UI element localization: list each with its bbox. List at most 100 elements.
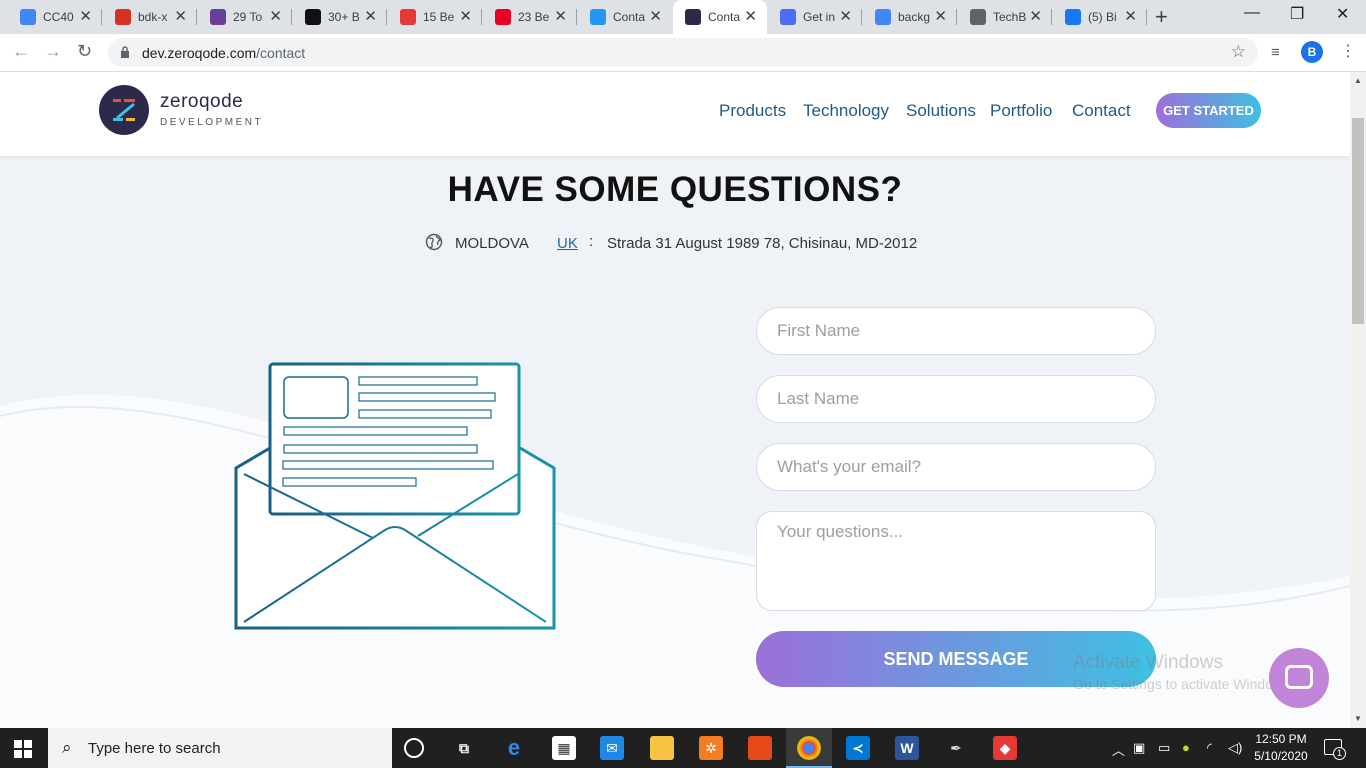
last-name-field[interactable]: Last Name [756,375,1156,423]
forward-arrow-icon[interactable]: → [44,41,62,62]
nav-contact[interactable]: Contact [1072,101,1131,121]
browser-tab[interactable]: TechB ✕ [958,0,1052,34]
browser-tab[interactable]: Get in ✕ [768,0,862,34]
zeroqode-icon [685,9,701,25]
page-scrollbar[interactable]: ▲ ▼ [1350,72,1366,728]
country-uk-link[interactable]: UK [557,235,578,252]
cortana-icon[interactable] [404,738,424,758]
chat-bubble-icon [1285,665,1313,689]
vscode-icon[interactable]: ≺ [846,736,870,760]
browser-tab[interactable]: 15 Be ✕ [388,0,482,34]
dm-icon [305,9,321,25]
tab-separator [481,9,482,25]
clock-date: 5/10/2020 [1254,749,1308,763]
office-icon[interactable] [748,736,772,760]
task-view-icon[interactable]: ⧉ [452,736,476,760]
word-icon[interactable]: W [895,736,919,760]
first-name-field[interactable]: First Name [756,307,1156,355]
tab-title: CC40 [43,10,74,24]
chrome-icon[interactable] [797,736,821,760]
envelope-illustration [234,362,556,630]
taskbar-search[interactable]: ⌕ Type here to search [48,728,392,768]
notification-count-badge: 1 [1333,747,1346,760]
logo-name[interactable]: zeroqode [160,91,243,113]
address-bar[interactable]: dev.zeroqode.com/contact ☆ [108,38,1258,67]
anydesk-icon[interactable]: ◆ [993,736,1017,760]
browser-tab[interactable]: Conta ✕ [578,0,672,34]
address-separator: : [589,233,594,250]
questions-textarea[interactable]: Your questions... [756,511,1156,611]
nav-products[interactable]: Products [719,101,786,121]
nav-portfolio[interactable]: Portfolio [990,101,1052,121]
close-tab-icon[interactable]: ✕ [744,9,757,25]
tab-separator [101,9,102,25]
restore-button[interactable]: ❐ [1290,4,1304,24]
browser-tab[interactable]: 29 To ✕ [198,0,292,34]
edge-icon[interactable]: e [502,735,526,760]
tab-title: 23 Be [518,10,550,24]
browser-tab[interactable]: backg ✕ [863,0,957,34]
tab-separator [1146,9,1147,25]
antivirus-icon[interactable]: ● [1182,740,1190,755]
close-window-button[interactable]: ✕ [1336,4,1349,24]
tab-separator [386,9,387,25]
close-tab-icon[interactable]: ✕ [839,9,852,25]
browser-tab[interactable]: 30+ B ✕ [293,0,387,34]
close-tab-icon[interactable]: ✕ [459,9,472,25]
volume-icon[interactable]: ◁) [1228,740,1242,756]
profile-avatar[interactable]: B [1301,41,1323,63]
nav-technology[interactable]: Technology [803,101,889,121]
browser-tab[interactable]: CC40 ✕ [8,0,102,34]
scroll-up-arrow-icon[interactable]: ▲ [1354,76,1362,85]
chat-widget-button[interactable] [1269,648,1329,708]
tab-title: Get in [803,10,836,24]
back-arrow-icon[interactable]: ← [12,41,30,62]
windows-start-icon[interactable] [14,740,32,758]
close-tab-icon[interactable]: ✕ [79,9,92,25]
scrollbar-thumb[interactable] [1352,118,1364,324]
inkscape-icon[interactable]: ✒ [944,736,968,760]
close-tab-icon[interactable]: ✕ [364,9,377,25]
close-tab-icon[interactable]: ✕ [269,9,282,25]
search-placeholder: Type here to search [88,740,221,757]
browser-tab[interactable]: 23 Be ✕ [483,0,577,34]
new-tab-button[interactable]: + [1155,6,1168,28]
tab-title: backg [898,10,931,24]
browser-tab[interactable]: (5) Bi ✕ [1053,0,1147,34]
media-control-icon[interactable]: ≡ [1271,44,1280,61]
xampp-icon[interactable]: ✲ [699,736,723,760]
close-tab-icon[interactable]: ✕ [649,9,662,25]
tab-title: (5) Bi [1088,10,1117,24]
close-tab-icon[interactable]: ✕ [1124,9,1137,25]
browser-tab[interactable]: Conta ✕ [673,0,767,34]
mail-icon[interactable]: ✉ [600,736,624,760]
close-tab-icon[interactable]: ✕ [1029,9,1042,25]
tab-title: 30+ B [328,10,360,24]
chat-icon [780,9,796,25]
get-started-button[interactable]: GET STARTED [1156,93,1261,128]
close-tab-icon[interactable]: ✕ [934,9,947,25]
file-explorer-icon[interactable] [650,736,674,760]
store-icon[interactable]: ▦ [552,736,576,760]
email-field[interactable]: What's your email? [756,443,1156,491]
close-tab-icon[interactable]: ✕ [174,9,187,25]
tray-app-icon[interactable]: ▣ [1133,740,1145,756]
tab-title: Conta [708,10,741,24]
nav-solutions[interactable]: Solutions [906,101,976,121]
minimize-button[interactable]: — [1244,4,1260,22]
scroll-down-arrow-icon[interactable]: ▼ [1354,714,1362,723]
wifi-icon[interactable]: ◜ [1207,740,1212,756]
tray-chevron-up-icon[interactable]: ︿ [1112,740,1125,759]
tab-title: 15 Be [423,10,455,24]
clock[interactable]: 12:50 PM 5/10/2020 [1253,731,1309,765]
browser-menu-icon[interactable]: ⋮ [1340,41,1356,61]
battery-icon[interactable]: ▭ [1158,740,1170,756]
tab-separator [196,9,197,25]
zeroqode-logo-icon[interactable] [99,85,149,135]
address-text: Strada 31 August 1989 78, Chisinau, MD-2… [607,235,918,252]
browser-tab[interactable]: bdk-x ✕ [103,0,197,34]
reload-icon[interactable]: ↻ [77,41,92,62]
tab-title: Conta [613,10,646,24]
bookmark-star-icon[interactable]: ☆ [1231,42,1246,62]
close-tab-icon[interactable]: ✕ [554,9,567,25]
